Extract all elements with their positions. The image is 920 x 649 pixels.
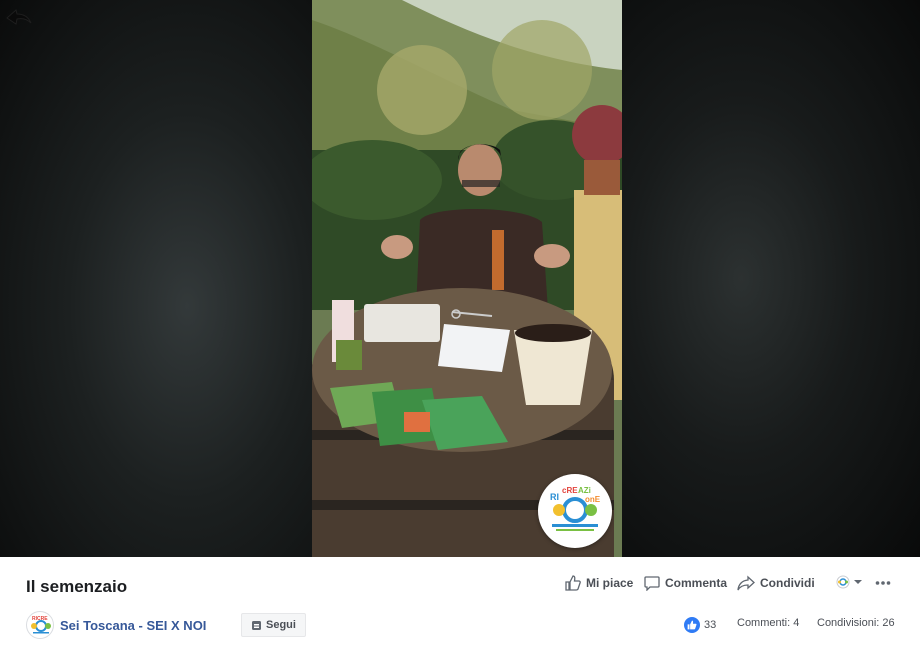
svg-text:onE: onE bbox=[585, 495, 601, 504]
page-name-link[interactable]: Sei Toscana - SEI X NOI bbox=[60, 618, 206, 633]
svg-text:AZi: AZi bbox=[578, 486, 591, 495]
like-label: Mi piace bbox=[586, 576, 634, 590]
post-footer: Il semenzaio Mi piace Commenta Condividi bbox=[0, 557, 920, 649]
comment-label: Commenta bbox=[665, 576, 728, 590]
video-player[interactable]: RI cRE AZi onE bbox=[0, 0, 920, 557]
more-options-button[interactable] bbox=[875, 575, 891, 591]
comment-button[interactable]: Commenta bbox=[644, 575, 727, 591]
share-arrow-icon bbox=[737, 575, 755, 591]
video-blur-background-right bbox=[622, 0, 920, 557]
shares-count[interactable]: Condivisioni: 26 bbox=[817, 617, 895, 629]
avatar[interactable]: RICRE bbox=[26, 611, 54, 639]
like-reaction-icon bbox=[684, 617, 700, 633]
svg-text:cRE: cRE bbox=[562, 486, 578, 495]
more-dots-icon bbox=[875, 581, 891, 585]
follow-button[interactable]: Segui bbox=[241, 613, 306, 637]
reactions-count[interactable]: 33 bbox=[684, 617, 716, 633]
back-arrow-icon[interactable] bbox=[4, 6, 34, 32]
svg-text:RICRE: RICRE bbox=[32, 616, 48, 622]
svg-text:RI: RI bbox=[550, 492, 559, 502]
video-blur-background-left bbox=[0, 0, 312, 557]
share-button[interactable]: Condividi bbox=[737, 575, 815, 591]
speech-bubble-icon bbox=[644, 576, 660, 591]
comments-count[interactable]: Commenti: 4 bbox=[737, 617, 799, 629]
follow-label: Segui bbox=[266, 619, 296, 631]
post-title: Il semenzaio bbox=[26, 577, 128, 596]
thumbs-up-icon bbox=[565, 575, 581, 591]
share-label: Condividi bbox=[760, 576, 815, 590]
follow-icon bbox=[252, 620, 261, 630]
page-avatar-dropdown-icon bbox=[836, 575, 862, 589]
page-info: RICRE Sei Toscana - SEI X NOI bbox=[26, 611, 206, 639]
ricreazione-logo: RI cRE AZi onE bbox=[538, 474, 612, 548]
like-button[interactable]: Mi piace bbox=[565, 575, 633, 591]
audience-selector[interactable] bbox=[836, 575, 864, 589]
likes-count: 33 bbox=[704, 619, 717, 631]
